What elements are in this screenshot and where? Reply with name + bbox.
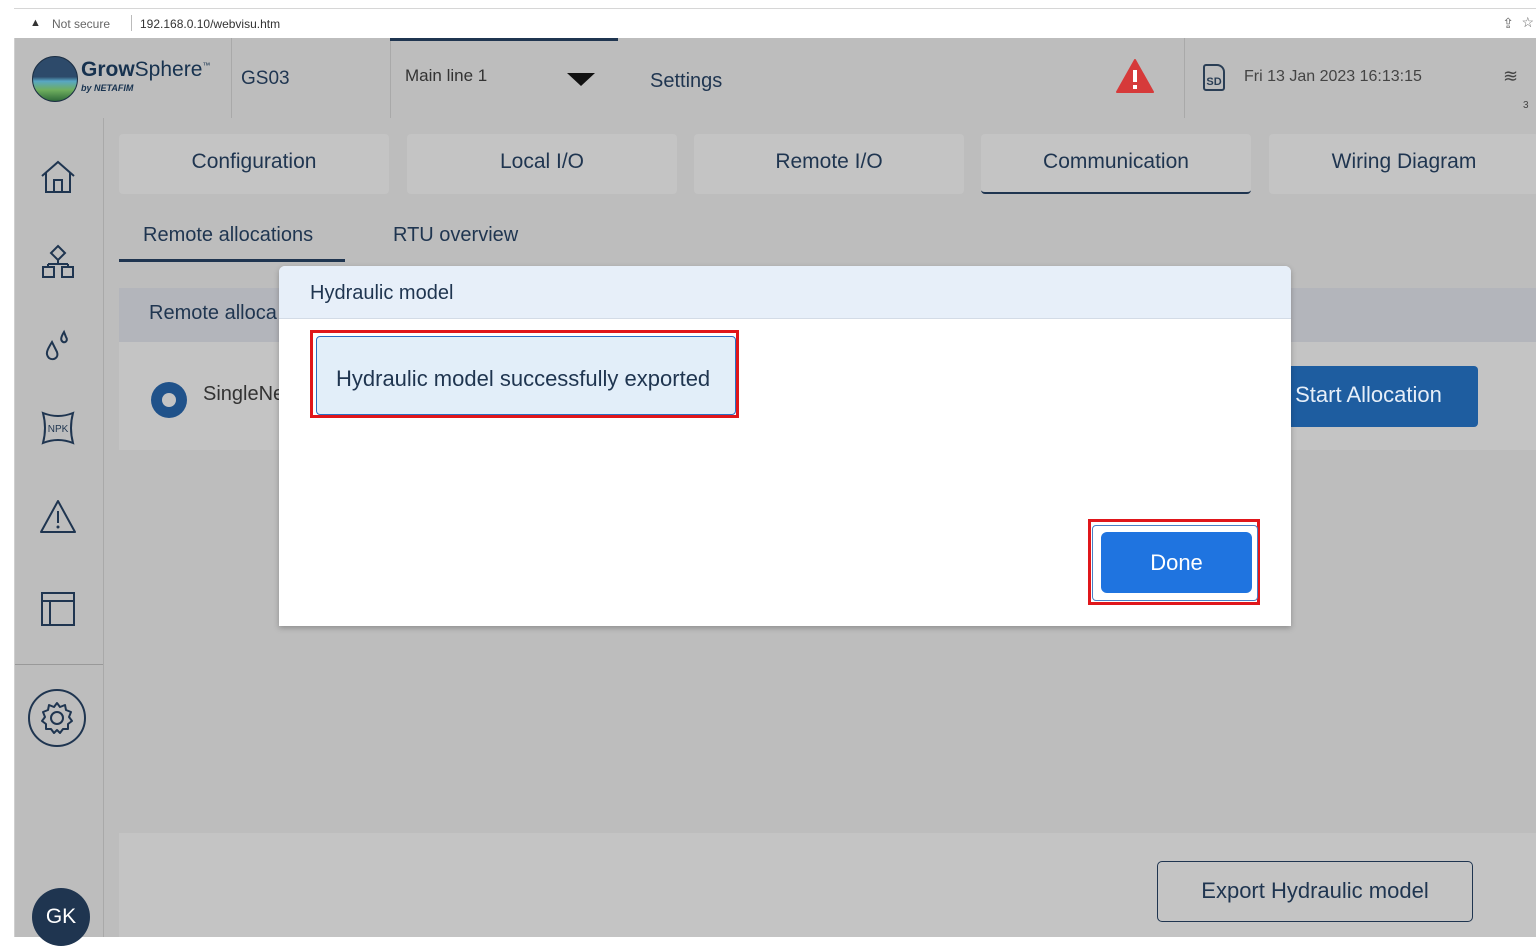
page-title: Settings bbox=[650, 70, 723, 92]
url-text[interactable]: 192.168.0.10/webvisu.htm bbox=[140, 17, 280, 31]
user-avatar[interactable]: GK bbox=[32, 888, 90, 946]
url-separator bbox=[131, 15, 132, 31]
panel-title: Remote alloca bbox=[149, 302, 277, 324]
tab-communication[interactable]: Communication bbox=[981, 134, 1251, 194]
alarm-warning-icon[interactable] bbox=[1115, 58, 1155, 94]
wifi-strength: 3 bbox=[1523, 100, 1529, 111]
brand-name: GrowSphere™ bbox=[81, 58, 211, 81]
water-drops-icon[interactable] bbox=[37, 324, 79, 366]
security-label: Not secure bbox=[52, 17, 111, 31]
growsphere-logo-icon bbox=[32, 56, 78, 102]
network-icon[interactable] bbox=[37, 240, 79, 282]
radio-label: SingleNe bbox=[203, 383, 285, 405]
app-header: GrowSphere™ by NETAFIM GS03 Main line 1 … bbox=[15, 38, 1536, 118]
subtab-remote-allocations[interactable]: Remote allocations bbox=[143, 224, 313, 247]
bookmark-star-icon[interactable]: ☆ bbox=[1521, 14, 1534, 31]
warning-triangle-icon: ▲ bbox=[30, 17, 41, 29]
settings-nav-button[interactable] bbox=[28, 689, 86, 747]
done-button[interactable]: Done bbox=[1101, 532, 1252, 593]
tab-wiring-diagram[interactable]: Wiring Diagram bbox=[1269, 134, 1536, 194]
dialog-title: Hydraulic model bbox=[310, 282, 454, 304]
header-divider bbox=[1183, 38, 1185, 118]
settings-gear-icon bbox=[41, 702, 73, 734]
layout-grid-icon[interactable] bbox=[37, 588, 79, 630]
share-icon[interactable]: ⇪ bbox=[1502, 15, 1514, 32]
mainline-value: Main line 1 bbox=[405, 66, 488, 85]
start-allocation-button[interactable]: Start Allocation bbox=[1259, 366, 1478, 427]
logo-cell[interactable]: GrowSphere™ by NETAFIM bbox=[15, 38, 232, 118]
fertilizer-npk-icon[interactable]: NPK bbox=[37, 407, 79, 449]
home-icon[interactable] bbox=[37, 156, 79, 198]
hydraulic-model-dialog: Hydraulic model Hydraulic model successf… bbox=[279, 266, 1291, 626]
wifi-icon: ≋ bbox=[1503, 66, 1519, 86]
brand-subtitle: by NETAFIM bbox=[81, 83, 134, 93]
tab-remote-io[interactable]: Remote I/O bbox=[694, 134, 964, 194]
sd-card-icon: SD bbox=[1203, 64, 1225, 91]
browser-address-bar[interactable]: ▲ Not secure 192.168.0.10/webvisu.htm ⇪ … bbox=[14, 8, 1536, 39]
message-highlight: Hydraulic model successfully exported bbox=[310, 330, 739, 418]
date-time: Fri 13 Jan 2023 16:13:15 bbox=[1244, 68, 1422, 85]
tab-configuration[interactable]: Configuration bbox=[119, 134, 389, 194]
sidebar: NPK GK bbox=[15, 118, 104, 946]
subtab-rtu-overview[interactable]: RTU overview bbox=[393, 224, 518, 247]
subtab-active-indicator bbox=[119, 259, 345, 262]
chevron-down-icon bbox=[567, 73, 595, 86]
done-highlight: Done bbox=[1088, 519, 1260, 605]
mainline-dropdown[interactable]: Main line 1 bbox=[390, 38, 618, 118]
tab-local-io[interactable]: Local I/O bbox=[407, 134, 677, 194]
svg-text:NPK: NPK bbox=[48, 424, 69, 435]
export-hydraulic-model-button[interactable]: Export Hydraulic model bbox=[1157, 861, 1473, 922]
sidebar-divider bbox=[15, 664, 103, 665]
controller-cell: GS03 bbox=[231, 38, 391, 118]
dialog-message: Hydraulic model successfully exported bbox=[336, 366, 711, 391]
warning-icon[interactable] bbox=[37, 496, 79, 538]
controller-name: GS03 bbox=[241, 68, 290, 89]
radio-singlenet[interactable] bbox=[151, 382, 187, 418]
footer-bar: Export Hydraulic model bbox=[119, 833, 1536, 937]
message-box: Hydraulic model successfully exported bbox=[316, 336, 736, 415]
dialog-header: Hydraulic model bbox=[279, 266, 1291, 319]
